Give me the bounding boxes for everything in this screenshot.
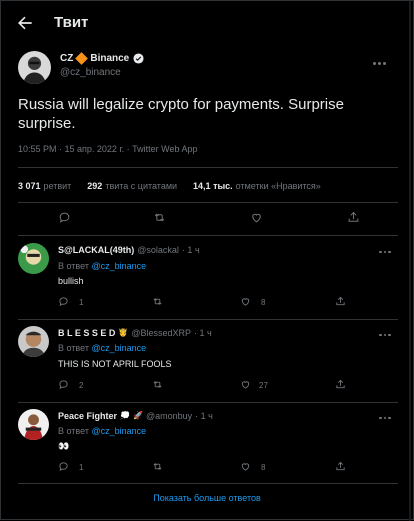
like-count: 8 (261, 463, 266, 472)
like-count: 8 (261, 298, 266, 307)
in-reply-to: В ответ @cz_binance (58, 426, 147, 436)
avatar[interactable] (18, 326, 49, 357)
reply-text: 👀 (58, 441, 70, 451)
share-icon[interactable] (347, 211, 360, 224)
show-more-replies-link[interactable]: Показать больше ответов (1, 493, 413, 503)
verified-badge-icon (133, 53, 144, 64)
tweet-meta[interactable]: 10:55 PM · 15 апр. 2022 г. · Twitter Web… (18, 144, 198, 154)
retweets-stat[interactable]: 3 071 ретвит (18, 181, 71, 191)
like-icon[interactable] (240, 461, 251, 472)
more-options-icon[interactable] (379, 248, 397, 256)
tweet-actions (1, 211, 413, 231)
tweet-stats: 3 071 ретвит 292 твита с цитатами 14,1 тыс… (18, 181, 321, 191)
reply-actions: 1 8 (1, 296, 413, 316)
divider (18, 319, 398, 320)
reply-text: THIS IS NOT APRIL FOOLS (58, 359, 172, 369)
author-name[interactable]: CZ Binance (60, 52, 144, 65)
divider (18, 202, 398, 203)
retweet-icon[interactable] (152, 379, 163, 390)
more-options-icon[interactable] (379, 414, 397, 422)
reply-handle: @solackal (137, 245, 179, 255)
like-icon[interactable] (240, 296, 251, 307)
reply-count: 1 (79, 298, 84, 307)
reply-author-name: Peace Fighter (58, 411, 118, 421)
share-icon[interactable] (335, 379, 346, 390)
tweet-text: Russia will legalize crypto for payments… (18, 96, 344, 132)
author-brand: Binance (90, 53, 130, 64)
reply-count: 2 (79, 381, 84, 390)
back-arrow-icon[interactable] (15, 13, 35, 33)
reply-actions: 1 8 (1, 461, 413, 481)
reply-text: bullish (58, 276, 84, 286)
like-icon[interactable] (250, 211, 263, 224)
in-reply-to: В ответ @cz_binance (58, 261, 147, 271)
avatar[interactable] (18, 51, 51, 84)
avatar[interactable] (18, 409, 49, 440)
mention-link[interactable]: @cz_binance (91, 261, 146, 271)
author-handle[interactable]: @cz_binance (60, 67, 121, 78)
page-header: Твит (1, 1, 413, 45)
crown-emoji-icon: 🤴 (118, 328, 129, 337)
avatar[interactable] (18, 243, 49, 274)
reply-time: · 1 ч (194, 328, 212, 338)
retweet-icon[interactable] (152, 296, 163, 307)
mention-link[interactable]: @cz_binance (91, 426, 146, 436)
divider (18, 235, 398, 236)
reply-icon[interactable] (58, 211, 71, 224)
reply-time: · 1 ч (181, 245, 200, 255)
mention-link[interactable]: @cz_binance (91, 343, 146, 353)
reply-icon[interactable] (58, 461, 69, 472)
more-options-icon[interactable] (379, 331, 397, 339)
binance-diamond-icon (75, 52, 89, 65)
reply-actions: 2 27 (1, 379, 413, 399)
likes-stat[interactable]: 14,1 тыс. отметки «Нравится» (193, 181, 321, 191)
in-reply-to: В ответ @cz_binance (58, 343, 147, 353)
page-title: Твит (54, 14, 89, 31)
like-count: 27 (259, 381, 268, 390)
divider (18, 402, 398, 403)
reply-time: · 1 ч (195, 411, 213, 421)
reply-icon[interactable] (58, 296, 69, 307)
share-icon[interactable] (335, 461, 346, 472)
tweet-page: Твит CZ Binance @cz_binance Russia will … (0, 0, 414, 521)
divider (18, 483, 398, 484)
retweet-icon[interactable] (152, 461, 163, 472)
speech-bubble-emoji-icon: 💭 (120, 411, 130, 420)
rocket-emoji-icon: 🚀 (133, 411, 143, 420)
reply-author-name: B L E S S E D (58, 328, 116, 338)
like-icon[interactable] (240, 379, 251, 390)
scrollbar[interactable] (409, 1, 411, 521)
author-name-text: CZ (60, 53, 74, 64)
reply-icon[interactable] (58, 379, 69, 390)
reply-author[interactable]: B L E S S E D 🤴 @BlessedXRP · 1 ч (58, 328, 212, 338)
divider (18, 167, 398, 168)
reply-count: 1 (79, 463, 84, 472)
reply-author-name: S@LACKAL(49th) (58, 245, 135, 255)
reply-author[interactable]: S@LACKAL(49th) @solackal · 1 ч (58, 245, 200, 255)
reply-handle: @amonbuy (145, 411, 193, 421)
reply-handle: @BlessedXRP (131, 328, 191, 338)
reply-author[interactable]: Peace Fighter 💭 🚀 @amonbuy · 1 ч (58, 411, 213, 421)
quotes-stat[interactable]: 292 твита с цитатами (87, 181, 177, 191)
share-icon[interactable] (335, 296, 346, 307)
retweet-icon[interactable] (153, 211, 166, 224)
more-options-icon[interactable] (373, 57, 393, 69)
